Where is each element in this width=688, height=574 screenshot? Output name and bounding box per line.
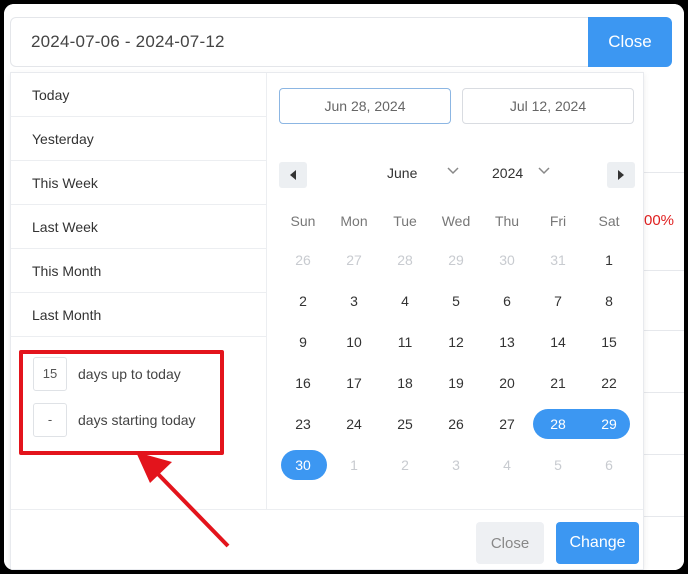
screenshot-frame: 00% 2024-07-06 - 2024-07-12 Close Today … (4, 4, 684, 570)
red-arrow-annotation (136, 452, 230, 548)
